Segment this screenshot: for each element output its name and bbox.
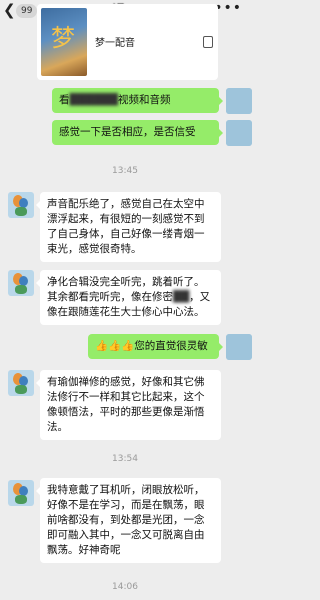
message-outgoing[interactable]: 👍👍👍您的直觉很灵敏	[88, 334, 223, 359]
music-card-logo: 梦	[51, 24, 75, 52]
message-text: 看	[59, 94, 70, 106]
music-card-thumbnail: 梦	[41, 8, 87, 76]
thumbs-up-icon: 👍👍👍	[95, 340, 135, 352]
message-incoming[interactable]: 声音配乐绝了，感觉自己在太空中漂浮起来，有很短的一刻感觉不到了自己身体，自己好像…	[36, 192, 221, 262]
timestamp: 13:45	[112, 166, 138, 176]
music-play-icon[interactable]	[203, 36, 213, 48]
message-incoming[interactable]: 有瑜伽禅修的感觉，好像和其它佛法修行不一样和其它比起来，这个像顿悟法，平时的那些…	[36, 370, 221, 440]
avatar[interactable]	[226, 334, 252, 360]
avatar[interactable]	[226, 120, 252, 146]
message-outgoing[interactable]: 看██████视频和音频	[52, 88, 223, 113]
avatar[interactable]	[8, 480, 34, 506]
message-text: 有瑜伽禅修的感觉，好像和其它佛法修行不一样和其它比起来，这个像顿悟法，平时的那些…	[47, 376, 205, 433]
avatar[interactable]	[8, 270, 34, 296]
music-card[interactable]: 梦 梦一配音	[37, 4, 218, 80]
back-chevron-icon[interactable]: ❮	[3, 2, 16, 19]
avatar[interactable]	[8, 192, 34, 218]
avatar[interactable]	[8, 370, 34, 396]
message-text: 您的直觉很灵敏	[134, 340, 208, 352]
timestamp: 14:06	[112, 582, 138, 592]
avatar[interactable]	[226, 88, 252, 114]
music-card-title: 梦一配音	[95, 38, 135, 49]
message-text: 感觉一下是否相应，是否信受	[59, 126, 196, 138]
more-options-icon[interactable]: •••	[214, 0, 242, 16]
message-text: 声音配乐绝了，感觉自己在太空中漂浮起来，有很短的一刻感觉不到了自己身体，自己好像…	[47, 198, 205, 255]
message-outgoing[interactable]: 感觉一下是否相应，是否信受	[52, 120, 223, 145]
blurred-text: ██	[173, 291, 190, 303]
message-text: 视频和音频	[117, 94, 171, 106]
message-incoming[interactable]: 我特意戴了耳机听，闭眼放松听，好像不是在学习，而是在飘荡，眼前啥都没有，到处都是…	[36, 478, 221, 563]
timestamp: 13:54	[112, 454, 138, 464]
message-incoming[interactable]: 净化合辑没完全听完，跳着听了。其余都看完听完，像在修密██，又像在跟随莲花生大士…	[36, 270, 221, 325]
message-text: 我特意戴了耳机听，闭眼放松听，好像不是在学习，而是在飘荡，眼前啥都没有，到处都是…	[47, 484, 205, 556]
blurred-text: ██████	[69, 94, 118, 106]
unread-count-badge[interactable]: 99	[16, 4, 38, 18]
